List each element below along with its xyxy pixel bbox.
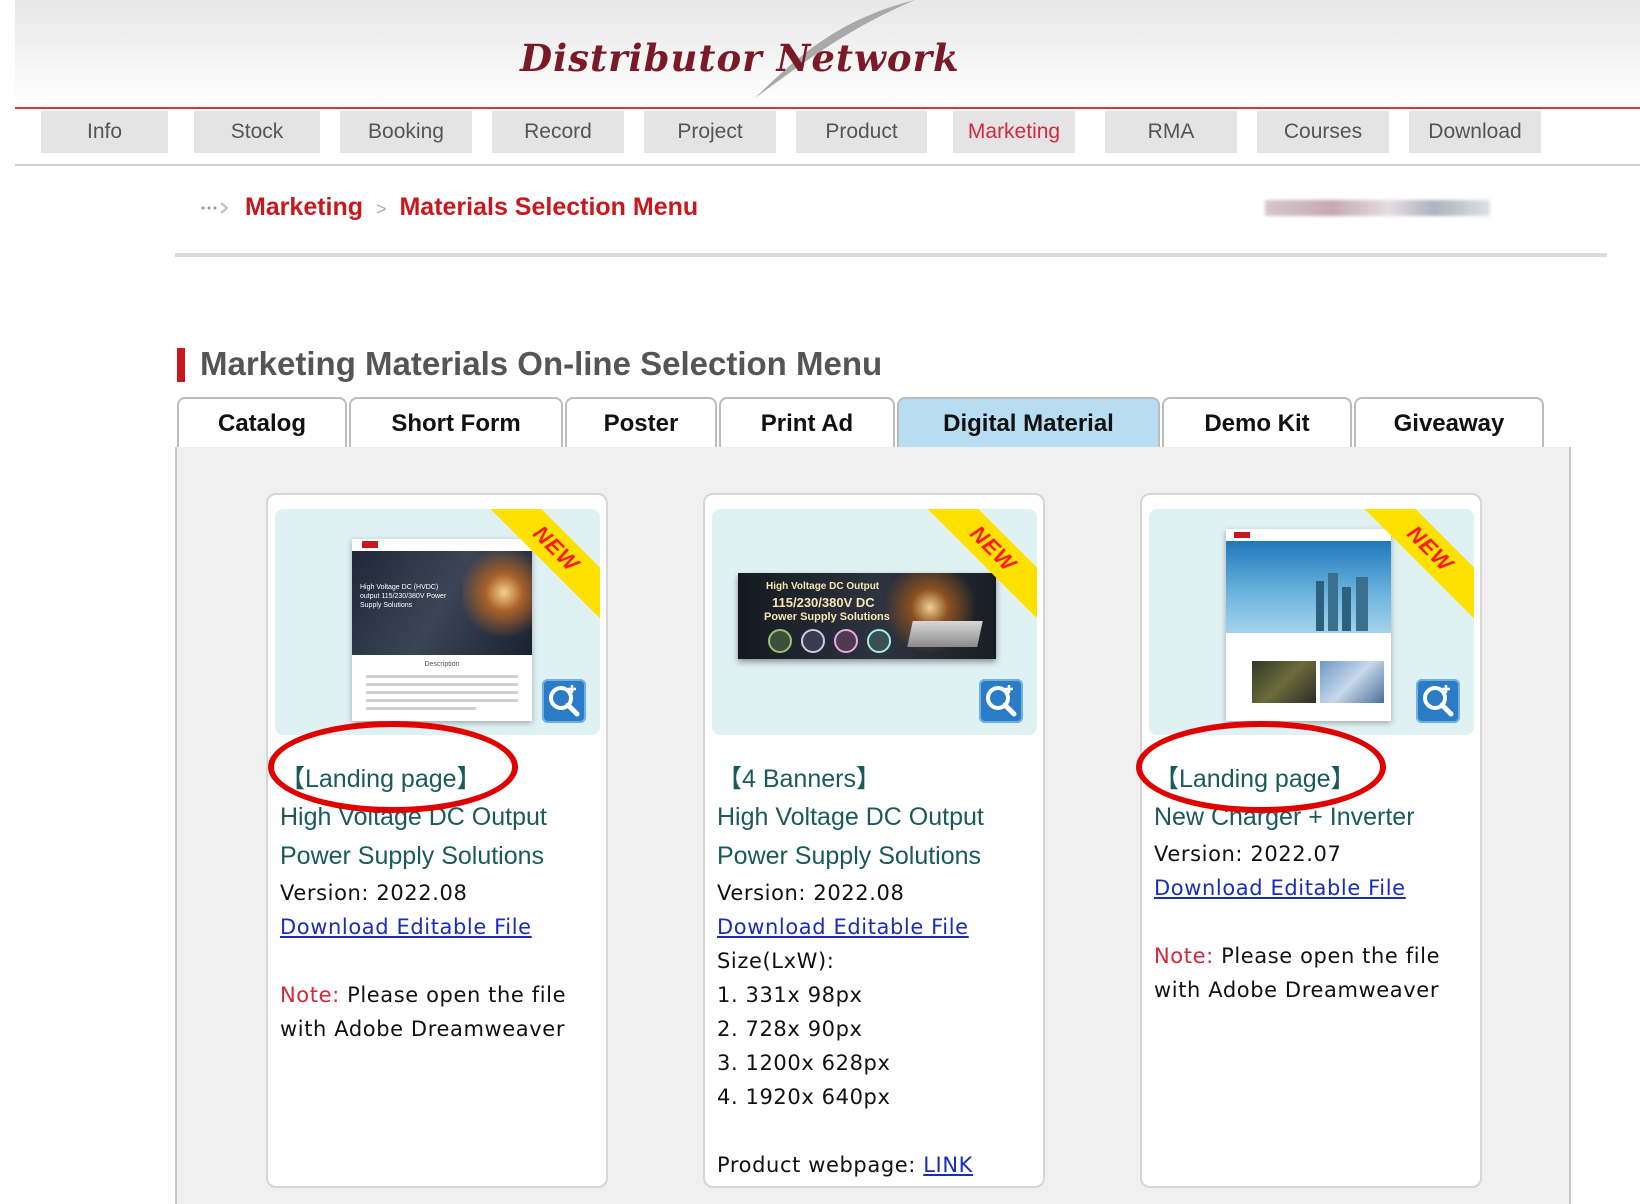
site-header: Distributor Network [15, 0, 1640, 108]
nav-item-download[interactable]: Download [1409, 111, 1541, 153]
tab-print-ad[interactable]: Print Ad [719, 397, 895, 447]
card-note: Note: Please open the file [280, 983, 567, 1007]
main-nav: Info Stock Booking Record Project Produc… [15, 107, 1640, 166]
preview-description: Description [424, 661, 460, 668]
preview-heading: High Voltage DC (HVDC) output 115/230/38… [360, 584, 447, 609]
size-item: 2. 728x 90px [717, 1017, 863, 1041]
breadcrumb: Marketing > Materials Selection Menu [200, 193, 698, 222]
download-editable-file-link[interactable]: Download Editable File [280, 915, 532, 939]
redacted-user-info [1265, 200, 1490, 216]
card-note-line2: with Adobe Dreamweaver [1154, 978, 1440, 1002]
tab-demo-kit[interactable]: Demo Kit [1162, 397, 1352, 447]
landing-page-preview [1226, 529, 1391, 721]
annotation-circle [268, 721, 518, 813]
card-version: Version: 2022.08 [280, 881, 468, 905]
size-item: 3. 1200x 628px [717, 1051, 891, 1075]
section-accent-bar [177, 348, 185, 382]
size-item: 1. 331x 98px [717, 983, 863, 1007]
size-label: Size(LxW): [717, 949, 835, 973]
annotation-circle [1136, 721, 1386, 813]
breadcrumb-current: Materials Selection Menu [399, 193, 699, 221]
nav-item-marketing[interactable]: Marketing [953, 111, 1075, 153]
nav-item-project[interactable]: Project [644, 111, 776, 153]
dotted-arrow-icon [201, 202, 229, 215]
tab-catalog[interactable]: Catalog [177, 397, 347, 447]
size-item: 4. 1920x 640px [717, 1085, 891, 1109]
nav-item-booking[interactable]: Booking [340, 111, 472, 153]
card-thumbnail[interactable]: NEW [1149, 509, 1474, 735]
banner-preview: High Voltage DC Output 115/230/380V DC P… [738, 573, 996, 659]
product-webpage-link[interactable]: LINK [923, 1153, 973, 1177]
card-title-line2: Power Supply Solutions [717, 842, 982, 870]
download-editable-file-link[interactable]: Download Editable File [1154, 876, 1406, 900]
tab-short-form[interactable]: Short Form [349, 397, 563, 447]
card-tag: 【4 Banners】 [717, 765, 881, 793]
card-note-line2: with Adobe Dreamweaver [280, 1017, 566, 1041]
nav-item-record[interactable]: Record [492, 111, 624, 153]
breadcrumb-marketing[interactable]: Marketing [245, 193, 363, 221]
card-note: Note: Please open the file [1154, 944, 1441, 968]
divider [175, 253, 1607, 257]
tab-giveaway[interactable]: Giveaway [1354, 397, 1544, 447]
material-card-1: High Voltage DC (HVDC) output 115/230/38… [266, 493, 608, 1188]
section-title: Marketing Materials On-line Selection Me… [200, 345, 883, 382]
nav-item-info[interactable]: Info [41, 111, 168, 153]
site-logo[interactable]: Distributor Network [520, 36, 960, 80]
card-version: Version: 2022.07 [1154, 842, 1342, 866]
zoom-in-icon[interactable] [979, 679, 1023, 723]
card-title-line2: Power Supply Solutions [280, 842, 545, 870]
nav-item-product[interactable]: Product [796, 111, 927, 153]
product-webpage: Product webpage: LINK [717, 1153, 974, 1177]
card-title-line1: High Voltage DC Output [717, 803, 984, 831]
nav-item-rma[interactable]: RMA [1105, 111, 1237, 153]
card-details: 【4 Banners】 High Voltage DC Output Power… [717, 760, 1039, 1182]
landing-page-preview: High Voltage DC (HVDC) output 115/230/38… [352, 539, 532, 721]
card-thumbnail[interactable]: High Voltage DC (HVDC) output 115/230/38… [275, 509, 600, 735]
card-version: Version: 2022.08 [717, 881, 905, 905]
material-card-2: High Voltage DC Output 115/230/380V DC P… [703, 493, 1045, 1188]
card-thumbnail[interactable]: High Voltage DC Output 115/230/380V DC P… [712, 509, 1037, 735]
zoom-in-icon[interactable] [1416, 679, 1460, 723]
tab-poster[interactable]: Poster [565, 397, 717, 447]
download-editable-file-link[interactable]: Download Editable File [717, 915, 969, 939]
nav-item-stock[interactable]: Stock [194, 111, 320, 153]
nav-item-courses[interactable]: Courses [1257, 111, 1389, 153]
material-card-3: NEW 【Landing page】 New Charger + Inverte… [1140, 493, 1482, 1188]
tab-digital-material[interactable]: Digital Material [897, 397, 1160, 447]
breadcrumb-separator: > [376, 199, 387, 219]
zoom-in-icon[interactable] [542, 679, 586, 723]
